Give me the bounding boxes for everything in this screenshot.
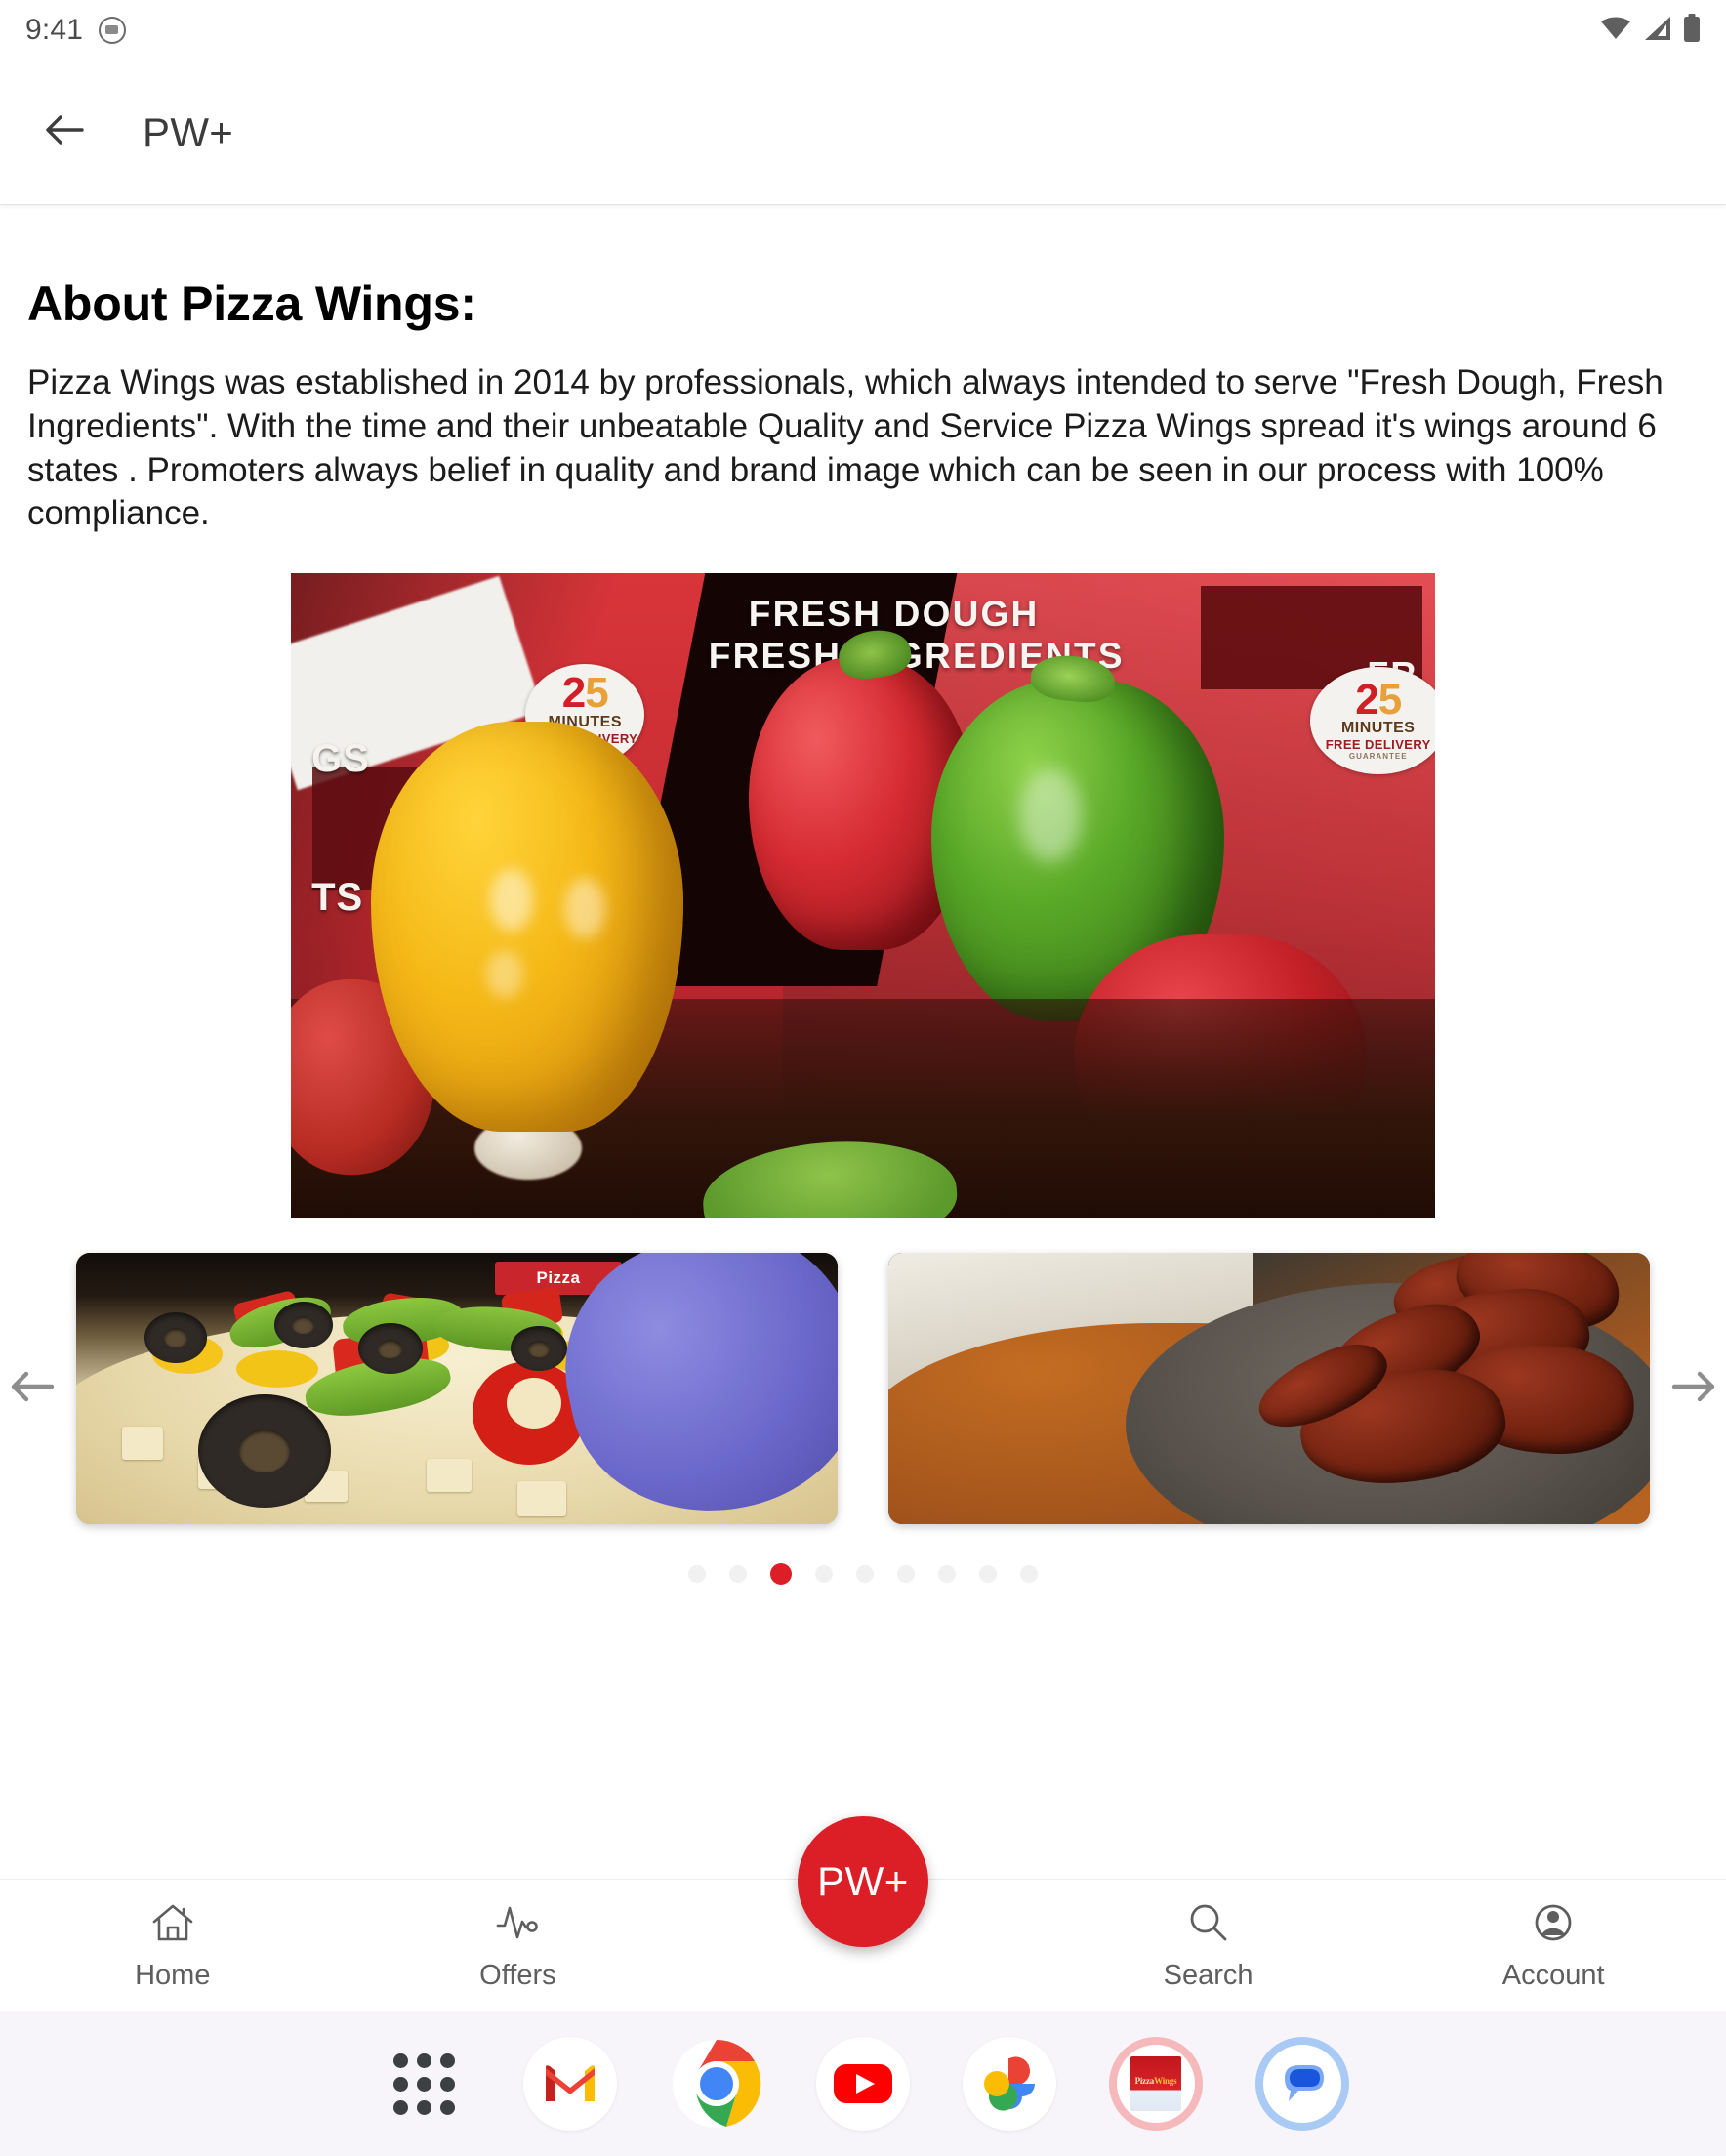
carousel-dot[interactable]	[729, 1565, 747, 1584]
wifi-icon	[1599, 15, 1632, 47]
pulse-activity-icon	[493, 1900, 542, 1950]
app-drawer-icon[interactable]	[377, 2037, 471, 2131]
phone-screen: 9:41 PW+ About Pizza Wings: Pizza Wings …	[0, 0, 1726, 2156]
hero-box-text-fresh-dough: FRESH DOUGH	[748, 594, 1040, 635]
pizza-wings-logo: PizzaWings	[1130, 2056, 1181, 2111]
carousel-dot[interactable]	[688, 1565, 706, 1584]
gmail-icon[interactable]	[523, 2037, 617, 2131]
status-clock: 9:41	[25, 14, 84, 46]
pepper-highlight	[489, 869, 533, 933]
nav-item-home[interactable]: Home	[0, 1880, 346, 2011]
android-dock: PizzaWings	[0, 2011, 1726, 2156]
hero-badge-number: 25	[1355, 675, 1402, 724]
hero-yellow-pepper	[371, 721, 684, 1132]
app-notification-icon	[99, 17, 127, 44]
carousel-next-button[interactable]	[1667, 1362, 1720, 1415]
pepper-highlight	[486, 951, 524, 999]
account-circle-icon	[1529, 1900, 1578, 1950]
hero-badge-number: 25	[561, 669, 609, 718]
cheese-piece	[517, 1480, 567, 1516]
chrome-icon[interactable]	[670, 2037, 763, 2131]
hero-badge-guarantee: GUARANTEE	[1348, 752, 1408, 762]
hero-badge-free-delivery: FREE DELIVERY	[1325, 737, 1431, 753]
back-button[interactable]	[33, 102, 96, 164]
red-pepper-ring-hole	[506, 1378, 561, 1430]
nav-item-search[interactable]: Search	[1036, 1880, 1381, 2011]
about-paragraph: Pizza Wings was established in 2014 by p…	[27, 363, 1664, 533]
image-carousel: Pizza	[0, 1253, 1726, 1525]
carousel-slide-chicken-wings[interactable]	[888, 1253, 1650, 1525]
cheese-piece	[426, 1459, 472, 1493]
google-messages-icon[interactable]	[1255, 2037, 1349, 2131]
hero-image-wrapper: GS TS FRESH DOUGH FRESH INGREDIENTS FR 2…	[0, 573, 1726, 1219]
carousel-dot[interactable]	[815, 1565, 833, 1584]
arrow-right-icon	[1670, 1366, 1717, 1412]
carousel-dot[interactable]	[938, 1565, 956, 1584]
status-bar-left: 9:41	[25, 14, 127, 47]
app-bar-title: PW+	[143, 108, 234, 155]
nav-item-offers[interactable]: Offers	[346, 1880, 691, 2011]
carousel-dot-active[interactable]	[770, 1563, 792, 1586]
carousel-dot[interactable]	[897, 1565, 915, 1584]
corn-kernels	[235, 1350, 318, 1389]
cellular-signal-icon	[1643, 15, 1672, 47]
google-photos-icon[interactable]	[963, 2037, 1056, 2131]
black-olive	[273, 1302, 333, 1349]
pizza-wings-app-icon[interactable]: PizzaWings	[1109, 2037, 1203, 2131]
carousel-dot[interactable]	[979, 1565, 997, 1584]
youtube-icon[interactable]	[816, 2037, 910, 2131]
back-arrow-icon	[43, 111, 86, 153]
hero-box-text-left-1: GS	[311, 737, 370, 781]
pepper-highlight	[564, 877, 606, 938]
carousel-slide-pizza-toppings[interactable]: Pizza	[76, 1253, 838, 1525]
nav-label-search: Search	[1163, 1959, 1253, 1991]
app-bar: PW+	[0, 61, 1726, 205]
page-title: About Pizza Wings:	[27, 276, 476, 331]
carousel-prev-button[interactable]	[6, 1362, 59, 1415]
home-icon	[148, 1900, 197, 1950]
nav-item-account[interactable]: Account	[1380, 1880, 1726, 2011]
arrow-left-icon	[9, 1366, 56, 1412]
black-olive	[197, 1393, 331, 1508]
hero-badge-minutes: MINUTES	[1340, 720, 1416, 737]
pepper-highlight	[1019, 768, 1083, 863]
status-bar: 9:41	[0, 0, 1726, 61]
hero-box-text-left-2: TS	[311, 876, 364, 920]
nav-label-home: Home	[135, 1959, 211, 1991]
cheese-piece	[121, 1427, 163, 1461]
hero-image-pizza-boxes-peppers[interactable]: GS TS FRESH DOUGH FRESH INGREDIENTS FR 2…	[291, 573, 1435, 1219]
hero-delivery-badge-right: 25 MINUTES FREE DELIVERY GUARANTEE	[1309, 666, 1435, 774]
black-olive	[357, 1323, 423, 1375]
pw-plus-fab-button[interactable]: PW+	[798, 1816, 928, 1947]
status-bar-right	[1599, 13, 1701, 48]
carousel-dots	[0, 1563, 1726, 1586]
carousel-dot[interactable]	[856, 1565, 874, 1584]
battery-full-icon	[1683, 13, 1701, 48]
nav-label-offers: Offers	[479, 1959, 556, 1991]
black-olive	[510, 1326, 567, 1372]
carousel-dot[interactable]	[1020, 1565, 1038, 1584]
search-icon	[1184, 1900, 1233, 1950]
nav-label-account: Account	[1501, 1959, 1605, 1991]
carousel-thumbnails: Pizza	[72, 1253, 1654, 1525]
